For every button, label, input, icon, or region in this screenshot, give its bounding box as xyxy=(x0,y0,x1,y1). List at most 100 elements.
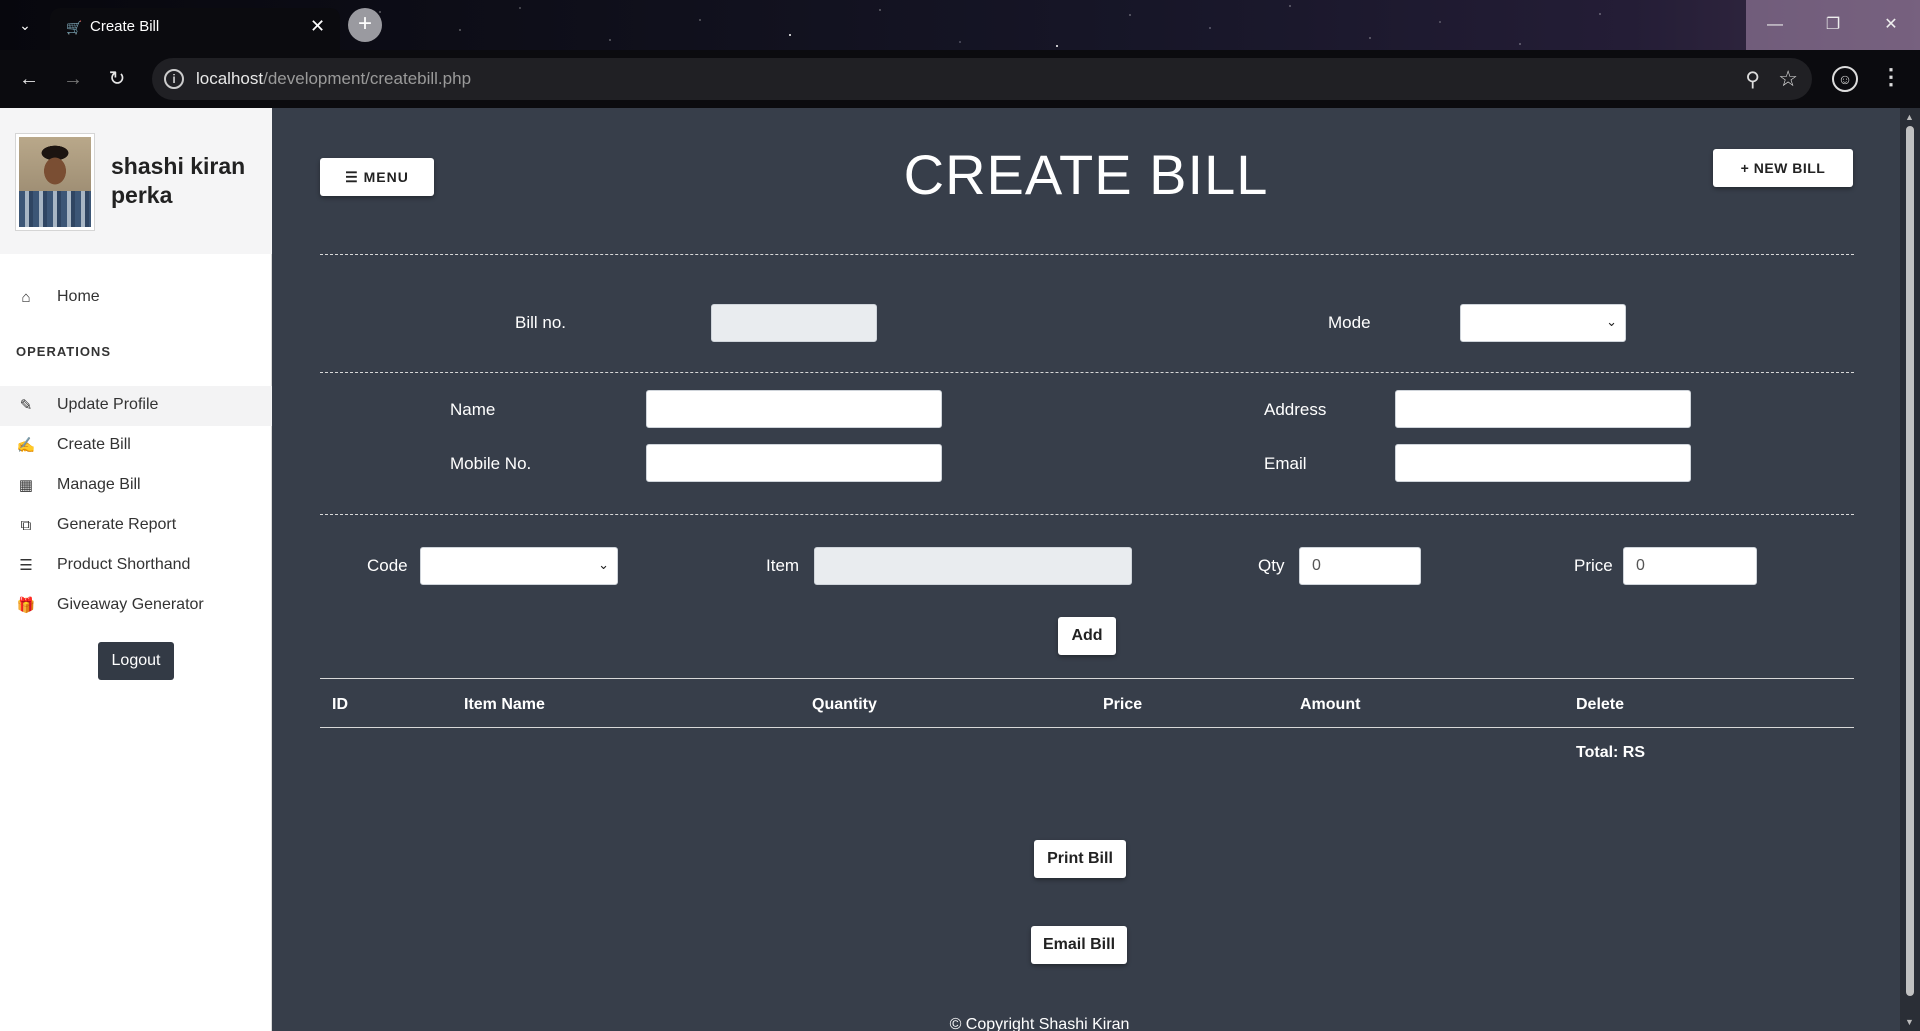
sidebar-item-home[interactable]: ⌂ Home xyxy=(0,278,272,318)
column-header-quantity: Quantity xyxy=(812,696,877,713)
window-controls: — ❐ ✕ xyxy=(1746,0,1920,50)
reload-icon[interactable]: ↻ xyxy=(104,66,130,92)
new-tab-button[interactable]: + xyxy=(348,8,382,42)
mobile-field[interactable] xyxy=(646,444,942,482)
name-field[interactable] xyxy=(646,390,942,428)
sidebar-section-heading: OPERATIONS xyxy=(16,344,111,359)
gift-icon: 🎁 xyxy=(16,597,36,614)
code-select[interactable]: ⌄ xyxy=(420,547,618,585)
table-top-border xyxy=(320,678,1854,679)
address-bar[interactable]: i localhost/development/createbill.php ⚲… xyxy=(152,58,1812,100)
main-content: CREATE BILL ☰ MENU + NEW BILL Bill no. M… xyxy=(272,108,1900,1031)
address-label: Address xyxy=(1264,400,1327,419)
scroll-up-arrow-icon[interactable]: ▲ xyxy=(1905,112,1914,122)
column-header-item-name: Item Name xyxy=(464,696,545,713)
new-bill-button[interactable]: + NEW BILL xyxy=(1713,149,1853,187)
tab-close-icon[interactable]: ✕ xyxy=(310,16,325,37)
browser-tab-create-bill[interactable]: 🛒 Create Bill ✕ xyxy=(50,8,340,50)
zoom-icon[interactable]: ⚲ xyxy=(1745,67,1760,92)
chevron-down-icon: ⌄ xyxy=(1606,314,1617,329)
tab-title: Create Bill xyxy=(90,18,160,35)
forward-arrow-icon[interactable]: → xyxy=(60,66,86,92)
list-icon: ☰ xyxy=(19,557,33,574)
site-info-icon[interactable]: i xyxy=(164,69,184,89)
page-title: CREATE BILL xyxy=(903,143,1269,206)
sidebar-item-generate-report[interactable]: ⧉ Generate Report xyxy=(0,506,272,546)
column-header-id: ID xyxy=(332,696,348,713)
report-icon: ⧉ xyxy=(20,517,32,534)
price-value: 0 xyxy=(1636,557,1645,574)
code-label: Code xyxy=(367,556,408,575)
item-label: Item xyxy=(766,556,800,575)
qty-field[interactable]: 0 xyxy=(1299,547,1421,585)
profile-card: shashi kiran perka xyxy=(0,108,272,254)
sidebar-item-label: Create Bill xyxy=(57,436,131,453)
sidebar-item-label: Home xyxy=(57,288,100,305)
sidebar-item-label: Update Profile xyxy=(57,396,159,413)
add-item-button[interactable]: Add xyxy=(1058,617,1116,655)
mode-label: Mode xyxy=(1328,313,1371,332)
url-host: localhost xyxy=(196,69,264,88)
sidebar-item-manage-bill[interactable]: ▦ Manage Bill xyxy=(0,466,272,506)
address-field[interactable] xyxy=(1395,390,1691,428)
hamburger-icon: ☰ xyxy=(345,169,359,185)
logout-button[interactable]: Logout xyxy=(98,642,174,680)
home-icon: ⌂ xyxy=(21,289,31,306)
column-header-delete: Delete xyxy=(1576,696,1625,713)
bill-no-label: Bill no. xyxy=(515,313,567,332)
scroll-down-arrow-icon[interactable]: ▼ xyxy=(1905,1017,1914,1027)
mobile-label: Mobile No. xyxy=(450,454,532,473)
email-bill-button[interactable]: Email Bill xyxy=(1031,926,1127,964)
chevron-down-icon: ⌄ xyxy=(598,557,609,572)
qty-label: Qty xyxy=(1258,556,1285,575)
sidebar-item-label: Generate Report xyxy=(57,516,177,533)
restore-icon[interactable]: ❐ xyxy=(1804,0,1862,50)
divider xyxy=(320,372,1854,373)
page-scrollbar[interactable]: ▲ ▼ xyxy=(1900,108,1920,1031)
url-text: localhost/development/createbill.php xyxy=(196,69,471,89)
update-profile-icon: ✎ xyxy=(19,397,33,414)
browser-toolbar: ← → ↻ i localhost/development/createbill… xyxy=(0,50,1920,108)
cart-favicon-icon: 🛒 xyxy=(66,20,83,35)
column-header-amount: Amount xyxy=(1300,696,1361,713)
sidebar-item-update-profile[interactable]: ✎ Update Profile xyxy=(0,386,272,426)
qty-value: 0 xyxy=(1312,557,1321,574)
bookmark-star-icon[interactable]: ☆ xyxy=(1778,66,1798,92)
menu-button[interactable]: ☰ MENU xyxy=(320,158,434,196)
footer-copyright: © Copyright Shashi Kiran xyxy=(949,1016,1130,1031)
new-bill-button-label: NEW BILL xyxy=(1753,160,1826,176)
price-field[interactable]: 0 xyxy=(1623,547,1757,585)
sidebar-item-label: Giveaway Generator xyxy=(57,596,204,613)
divider xyxy=(320,514,1854,515)
mode-select[interactable]: ⌄ xyxy=(1460,304,1626,342)
bill-no-field xyxy=(711,304,877,342)
back-arrow-icon[interactable]: ← xyxy=(16,66,42,92)
menu-button-label: MENU xyxy=(363,169,409,185)
scroll-thumb[interactable] xyxy=(1906,126,1914,996)
minimize-icon[interactable]: — xyxy=(1746,0,1804,50)
sidebar-item-giveaway-generator[interactable]: 🎁 Giveaway Generator xyxy=(0,586,272,626)
bar-chart-icon: ▦ xyxy=(18,477,34,494)
name-label: Name xyxy=(450,400,496,419)
profile-icon[interactable]: ☺ xyxy=(1832,66,1858,92)
sidebar-item-product-shorthand[interactable]: ☰ Product Shorthand xyxy=(0,546,272,586)
user-name: shashi kiran perka xyxy=(111,153,246,208)
edit-icon: ✍ xyxy=(16,437,36,454)
window-close-icon[interactable]: ✕ xyxy=(1862,0,1920,50)
sidebar-item-label: Product Shorthand xyxy=(57,556,191,573)
bill-total: Total: RS xyxy=(1576,744,1646,761)
table-header-border xyxy=(320,727,1854,728)
print-bill-button[interactable]: Print Bill xyxy=(1034,840,1126,878)
browser-tab-strip: ⌄ 🛒 Create Bill ✕ + — ❐ ✕ xyxy=(0,0,1920,50)
divider xyxy=(320,254,1854,255)
plus-icon: + xyxy=(1740,160,1750,176)
email-field[interactable] xyxy=(1395,444,1691,482)
avatar xyxy=(16,134,94,230)
price-label: Price xyxy=(1574,556,1613,575)
more-menu-icon[interactable]: ⋮ xyxy=(1880,64,1902,90)
sidebar-item-label: Manage Bill xyxy=(57,476,141,493)
sidebar: shashi kiran perka ⌂ Home OPERATIONS ✎ U… xyxy=(0,108,272,1031)
sidebar-item-create-bill[interactable]: ✍ Create Bill xyxy=(0,426,272,466)
item-field xyxy=(814,547,1132,585)
tab-search-chevron-icon[interactable]: ⌄ xyxy=(14,14,36,36)
